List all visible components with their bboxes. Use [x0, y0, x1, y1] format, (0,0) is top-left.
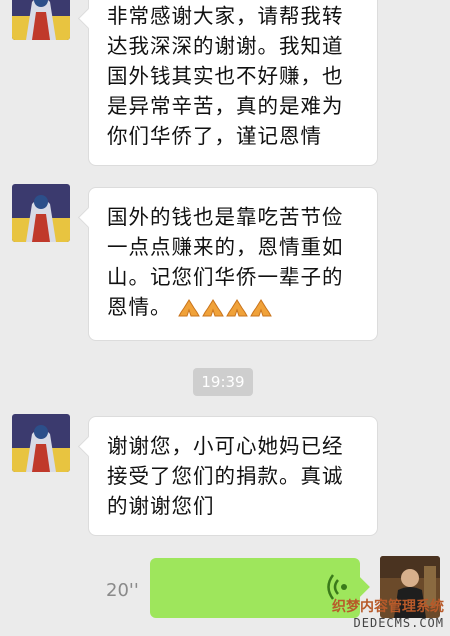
- contact-avatar[interactable]: [12, 184, 70, 242]
- contact-avatar[interactable]: [12, 414, 70, 472]
- message-text: 一点点赚来的，恩情重如: [107, 235, 344, 259]
- message-text: 是异常辛苦，真的是难为: [107, 94, 344, 118]
- message-text: 你们华侨了，谨记恩情: [107, 124, 322, 148]
- watermark-url: DEDECMS.COM: [353, 616, 444, 630]
- voice-message-bubble[interactable]: [150, 558, 360, 618]
- message-text: 达我深深的谢谢。我知道: [107, 34, 344, 58]
- message-text: 国外的钱也是靠吃苦节俭: [107, 205, 344, 229]
- message-text: 山。记您们华侨一辈子的: [107, 265, 344, 289]
- voice-duration: 20'': [106, 580, 139, 601]
- message-bubble-3[interactable]: 谢谢您，小可心她妈已经 接受了您们的捐款。真诚 的谢谢您们: [88, 416, 378, 536]
- message-bubble-2[interactable]: 国外的钱也是靠吃苦节俭 一点点赚来的，恩情重如 山。记您们华侨一辈子的 恩情。: [88, 187, 378, 341]
- praying-hands-icon: [177, 296, 274, 326]
- watermark-title: 织梦内容管理系统: [332, 599, 444, 615]
- contact-avatar[interactable]: [12, 0, 70, 40]
- message-text: 接受了您们的捐款。真诚: [107, 464, 344, 488]
- message-text: 国外钱其实也不好赚，也: [107, 64, 344, 88]
- watermark: 织梦内容管理系统 DEDECMS.COM: [332, 596, 444, 630]
- timestamp: 19:39: [193, 368, 253, 396]
- message-text: 恩情。: [107, 295, 172, 319]
- message-text-last: 恩情。: [107, 292, 361, 326]
- message-bubble-1[interactable]: 非常感谢大家，请帮我转 达我深深的谢谢。我知道 国外钱其实也不好赚，也 是异常辛…: [88, 0, 378, 166]
- message-text: 的谢谢您们: [107, 494, 215, 518]
- message-text: 非常感谢大家，请帮我转: [107, 4, 344, 28]
- message-text: 谢谢您，小可心她妈已经: [107, 434, 344, 458]
